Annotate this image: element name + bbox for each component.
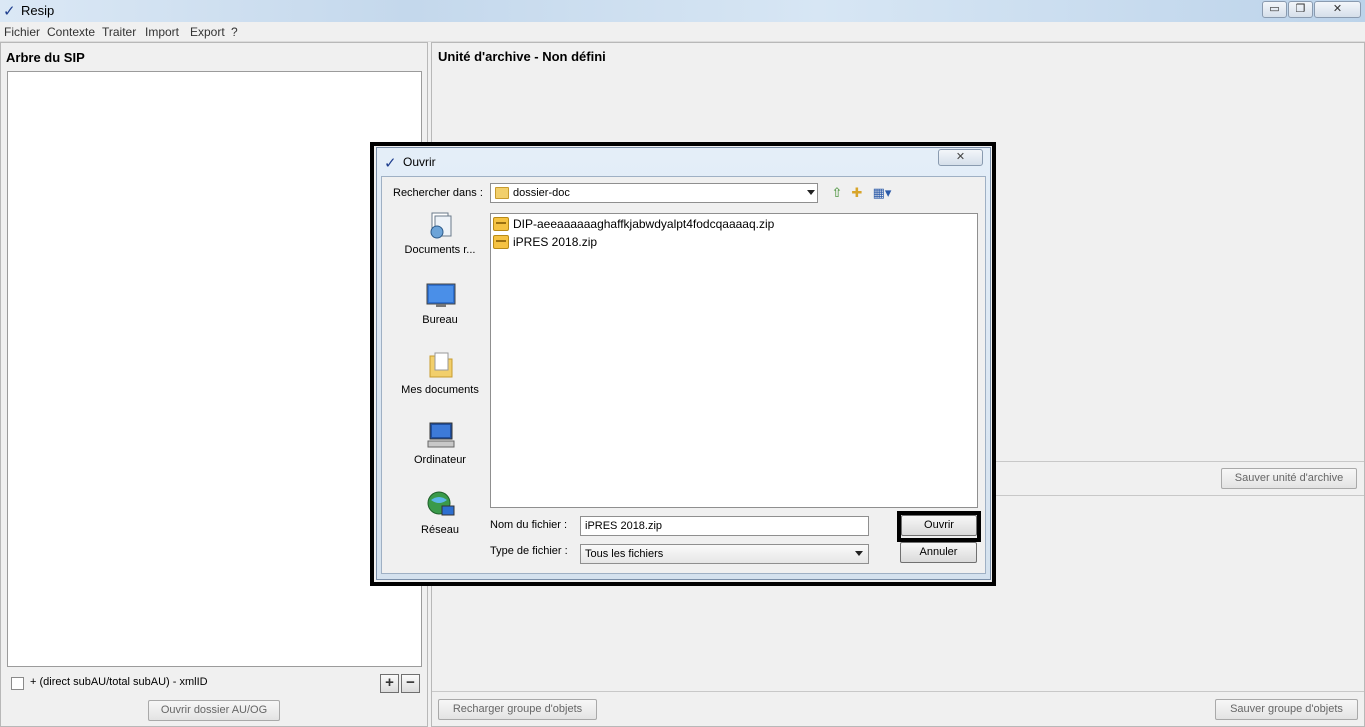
save-object-group-button[interactable]: Sauver groupe d'objets [1215, 699, 1358, 720]
my-documents-icon [426, 350, 456, 380]
look-in-value: dossier-doc [513, 187, 570, 199]
computer-icon [426, 420, 456, 450]
add-node-button[interactable]: + [380, 674, 399, 693]
sip-tree-panel: Arbre du SIP + (direct subAU/total subAU… [0, 42, 428, 727]
place-network[interactable]: Réseau [390, 486, 490, 552]
cancel-button[interactable]: Annuler [900, 542, 977, 563]
file-name: DIP-aeeaaaaaaghaffkjabwdyalpt4fodcqaaaaq… [513, 217, 775, 231]
maximize-button[interactable]: ❐ [1288, 1, 1313, 18]
menu-help[interactable]: ? [231, 25, 238, 39]
desktop-icon [426, 280, 456, 310]
separator [432, 691, 1364, 692]
filetype-label: Type de fichier : [490, 545, 568, 557]
filename-label: Nom du fichier : [490, 519, 568, 531]
place-computer[interactable]: Ordinateur [390, 416, 490, 482]
open-au-folder-button[interactable]: Ouvrir dossier AU/OG [148, 700, 280, 721]
look-in-label: Rechercher dans : [393, 187, 483, 199]
view-menu-icon[interactable]: ▦▾ [870, 184, 894, 202]
menu-export[interactable]: Export [190, 25, 225, 39]
file-name: iPRES 2018.zip [513, 235, 598, 249]
place-desktop[interactable]: Bureau [390, 276, 490, 342]
filetype-select[interactable]: Tous les fichiers [580, 544, 869, 564]
menu-import[interactable]: Import [145, 25, 179, 39]
new-folder-icon[interactable]: ✚ [848, 184, 866, 202]
save-archive-unit-button[interactable]: Sauver unité d'archive [1221, 468, 1357, 489]
window-title: Resip [21, 3, 55, 18]
xmlid-checkbox[interactable] [11, 677, 24, 690]
places-bar: Documents r... Bureau Mes documents Ordi… [390, 206, 490, 566]
place-recent-documents[interactable]: Documents r... [390, 206, 490, 272]
filename-input[interactable]: iPRES 2018.zip [580, 516, 869, 536]
up-folder-icon[interactable]: ⇧ [828, 184, 846, 202]
open-file-dialog: ✓ Ouvrir ✕ Rechercher dans : dossier-doc… [376, 147, 991, 580]
sip-tree-view[interactable] [7, 71, 422, 667]
dialog-title: Ouvrir [403, 155, 436, 169]
reload-object-group-button[interactable]: Recharger groupe d'objets [438, 699, 597, 720]
app-checkmark-icon: ✓ [3, 3, 16, 20]
place-label: Mes documents [401, 384, 479, 396]
dialog-body: Rechercher dans : dossier-doc ⇧ ✚ ▦▾ Doc… [381, 176, 986, 574]
archive-unit-title: Unité d'archive - Non défini [438, 49, 606, 64]
dialog-close-button[interactable]: ✕ [938, 149, 983, 166]
zip-file-icon [493, 217, 509, 231]
menu-fichier[interactable]: Fichier [4, 25, 40, 39]
place-label: Documents r... [404, 244, 476, 256]
dialog-checkmark-icon: ✓ [384, 155, 397, 172]
recent-documents-icon [426, 210, 456, 240]
open-button-highlight [897, 511, 981, 542]
chevron-down-icon [807, 190, 815, 195]
menu-traiter[interactable]: Traiter [102, 25, 136, 39]
remove-node-button[interactable]: − [401, 674, 420, 693]
menu-contexte[interactable]: Contexte [47, 25, 95, 39]
look-in-select[interactable]: dossier-doc [490, 183, 818, 203]
filetype-value: Tous les fichiers [585, 548, 664, 560]
place-label: Bureau [422, 314, 458, 326]
minimize-button[interactable]: ▭ [1262, 1, 1287, 18]
file-list[interactable]: DIP-aeeaaaaaaghaffkjabwdyalpt4fodcqaaaaq… [490, 213, 978, 508]
place-label: Réseau [421, 524, 459, 536]
place-label: Ordinateur [414, 454, 466, 466]
close-button[interactable]: ✕ [1314, 1, 1361, 18]
sip-tree-title: Arbre du SIP [6, 50, 85, 65]
menu-bar: Fichier Contexte Traiter Import Export ? [0, 22, 1365, 42]
folder-icon [495, 187, 509, 199]
title-bar: ✓ Resip ▭ ❐ ✕ [0, 0, 1365, 22]
xmlid-checkbox-label: + (direct subAU/total subAU) - xmlID [30, 676, 208, 688]
network-icon [426, 490, 456, 520]
filename-value: iPRES 2018.zip [585, 520, 663, 532]
zip-file-icon [493, 235, 509, 249]
place-my-documents[interactable]: Mes documents [390, 346, 490, 412]
chevron-down-icon [855, 551, 863, 556]
